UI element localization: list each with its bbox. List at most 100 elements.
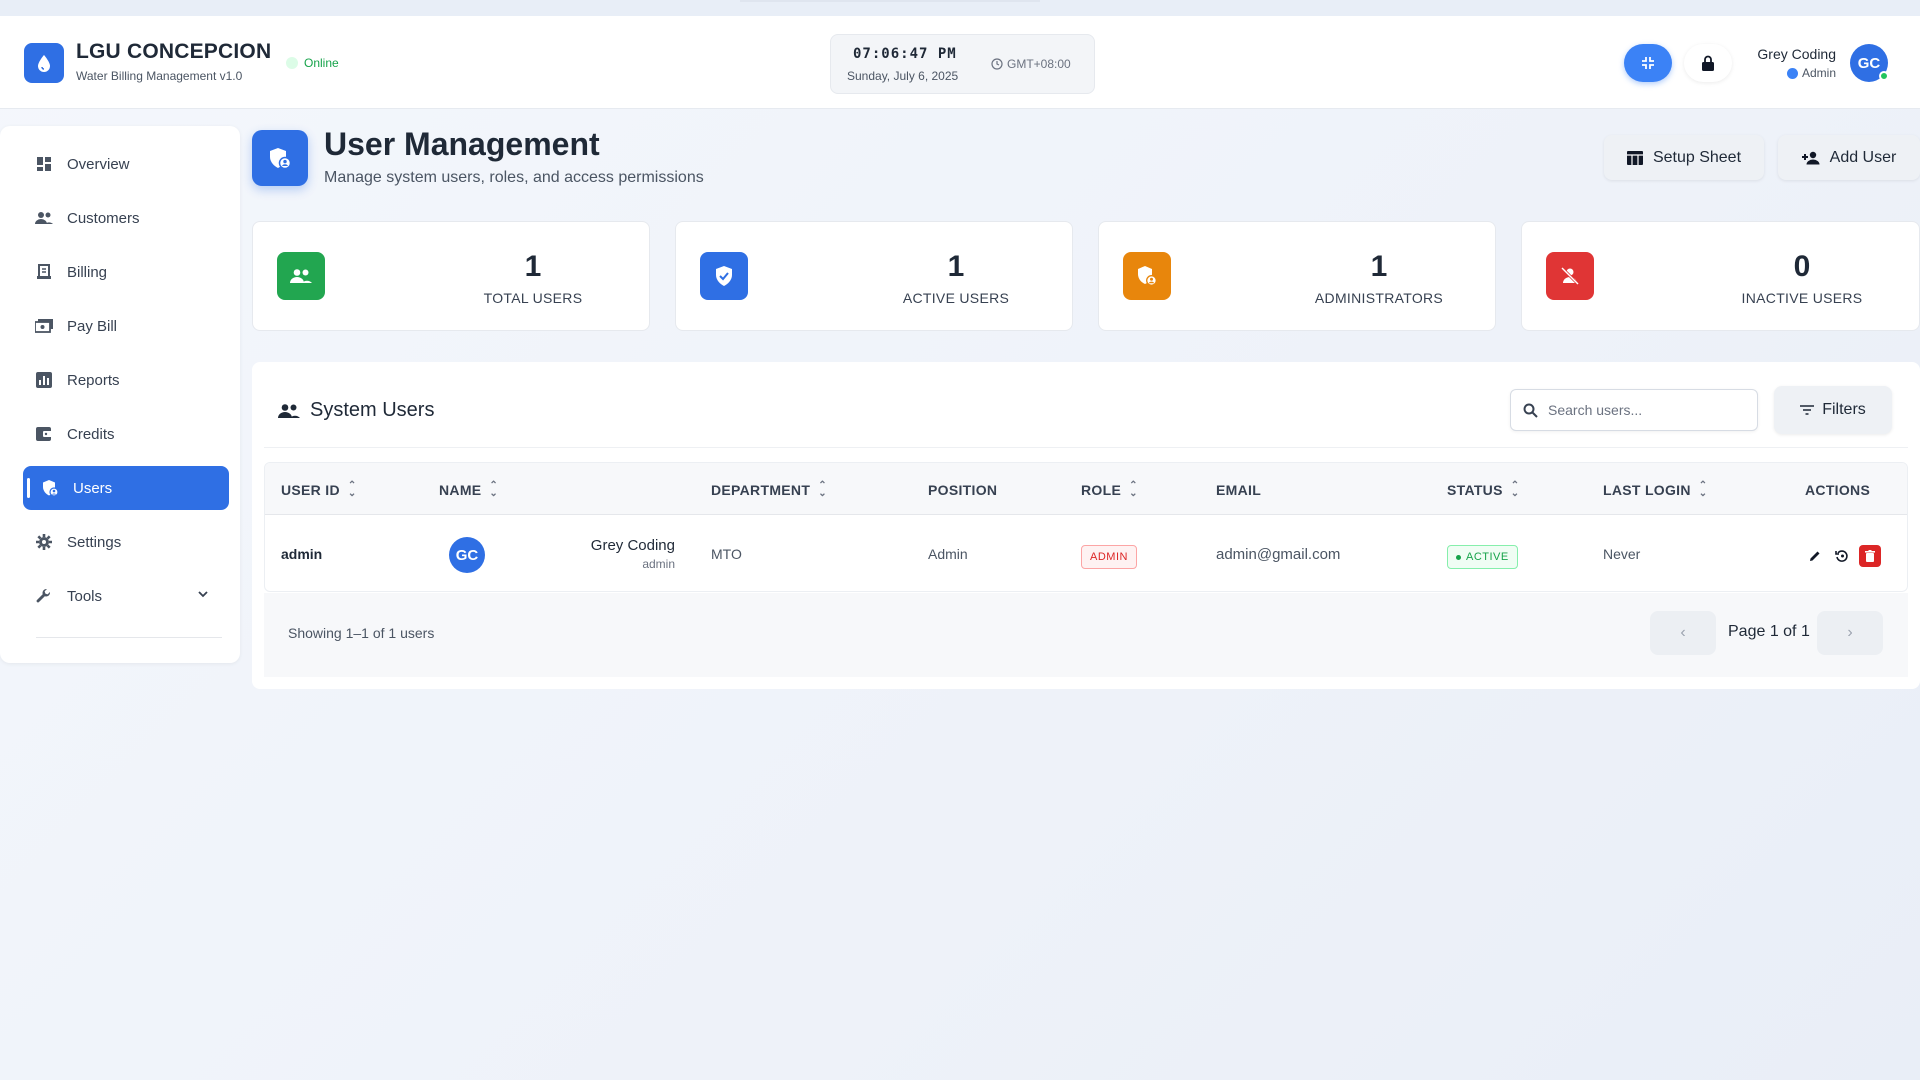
online-status: Online: [286, 55, 339, 71]
stat-label: TOTAL USERS: [483, 290, 583, 306]
user-initials: GC: [1857, 54, 1881, 72]
cell-email: admin@gmail.com: [1216, 546, 1341, 563]
sort-icon: ⌃ ⌄: [1129, 480, 1138, 499]
people-icon: [35, 209, 53, 227]
wrench-icon: [35, 587, 53, 605]
page-info: Page 1 of 1: [1728, 623, 1810, 640]
column-header-user-id[interactable]: USER ID ⌃ ⌄: [281, 481, 357, 499]
stat-value: 1: [524, 250, 542, 283]
cell-user-id: admin: [281, 546, 323, 562]
add-user-icon: [1801, 151, 1820, 164]
lock-button[interactable]: [1684, 44, 1732, 82]
sidebar-item-billing[interactable]: Billing: [23, 250, 229, 294]
cell-last-login: Never: [1603, 546, 1641, 562]
online-dot-icon: [286, 57, 298, 69]
chart-icon: [35, 371, 53, 389]
clock-timezone: GMT+08:00: [991, 57, 1071, 71]
sidebar-item-label: Overview: [67, 155, 130, 173]
receipt-icon: [35, 263, 53, 281]
sidebar-item-label: Reports: [67, 371, 120, 389]
users-table: USER ID ⌃ ⌄ NAME ⌃ ⌄ DEPARTMENT ⌃ ⌄ POSITION R…: [264, 462, 1908, 592]
people-icon: [277, 252, 325, 300]
stat-card-administrators: 1 ADMINISTRATORS: [1098, 221, 1496, 331]
people-icon: [278, 403, 300, 418]
column-header-last-login[interactable]: LAST LOGIN ⌃ ⌄: [1603, 481, 1707, 499]
sidebar-item-label: Settings: [67, 533, 122, 551]
row-avatar: GC: [449, 537, 485, 573]
edit-button[interactable]: [1804, 545, 1826, 567]
column-header-status[interactable]: STATUS ⌃ ⌄: [1447, 480, 1520, 499]
pencil-icon: [1810, 551, 1820, 561]
stat-card-total-users: 1 TOTAL USERS: [252, 221, 650, 331]
add-user-button[interactable]: Add User: [1778, 135, 1920, 180]
panel-divider: [264, 447, 1908, 448]
setup-sheet-button[interactable]: Setup Sheet: [1604, 135, 1764, 180]
clock-widget: 07:06:47 PM Sunday, July 6, 2025 GMT+08:…: [830, 34, 1095, 94]
compress-button[interactable]: [1624, 44, 1672, 82]
user-avatar[interactable]: GC: [1850, 44, 1889, 82]
user-role-label: Admin: [1801, 66, 1836, 80]
sidebar-item-tools[interactable]: Tools: [23, 574, 229, 618]
admin-shield-icon: [1123, 252, 1171, 300]
cell-department: MTO: [711, 546, 742, 562]
next-page-button[interactable]: ›: [1817, 611, 1883, 655]
stat-label: INACTIVE USERS: [1741, 290, 1863, 306]
add-user-label: Add User: [1829, 148, 1897, 166]
filter-icon: [1800, 405, 1815, 415]
wallet-icon: [35, 425, 53, 443]
water-drop-logo-icon: [24, 43, 64, 83]
stat-value: 1: [947, 250, 965, 283]
stat-value: 1: [1370, 250, 1388, 283]
clock-icon: [991, 58, 1003, 70]
delete-button[interactable]: [1859, 545, 1881, 567]
sidebar-item-users[interactable]: Users: [23, 466, 229, 510]
clock-time: 07:06:47 PM: [853, 46, 957, 62]
user-management-icon: [252, 130, 308, 186]
prev-page-button[interactable]: ‹: [1650, 611, 1716, 655]
panel-title-label: System Users: [310, 399, 435, 421]
sidebar-item-settings[interactable]: Settings: [23, 520, 229, 564]
filters-button[interactable]: Filters: [1774, 386, 1892, 434]
sidebar-item-credits[interactable]: Credits: [23, 412, 229, 456]
column-header-role[interactable]: ROLE ⌃ ⌄: [1081, 480, 1138, 499]
sidebar-item-label: Credits: [67, 425, 115, 443]
sidebar-item-overview[interactable]: Overview: [23, 142, 229, 186]
sidebar-item-label: Users: [73, 479, 113, 497]
top-strip: [0, 0, 1920, 16]
shield-user-icon: [41, 479, 59, 497]
sort-icon: ⌃ ⌄: [1510, 480, 1520, 499]
sidebar-item-pay-bill[interactable]: Pay Bill: [23, 304, 229, 348]
sidebar-item-label: Customers: [67, 209, 140, 227]
sidebar-item-customers[interactable]: Customers: [23, 196, 229, 240]
status-dot-icon: [1456, 554, 1461, 560]
user-off-icon: [1546, 252, 1594, 300]
page-title: User Management: [324, 126, 600, 162]
column-header-email: EMAIL: [1216, 482, 1262, 498]
timezone-label: GMT+08:00: [1007, 57, 1071, 71]
user-name: Grey Coding: [1757, 46, 1836, 62]
dashboard-icon: [35, 155, 53, 173]
user-role: Admin: [1740, 66, 1836, 80]
status-badge: ACTIVE: [1447, 545, 1518, 569]
table-row[interactable]: admin GC Grey Coding admin MTO Admin ADM…: [265, 516, 1907, 591]
sidebar-divider: [36, 637, 222, 638]
column-header-department[interactable]: DEPARTMENT ⌃ ⌄: [711, 481, 827, 499]
sidebar-item-label: Pay Bill: [67, 317, 118, 335]
chevron-down-icon[interactable]: [197, 587, 209, 604]
verified-icon: [1786, 67, 1798, 79]
stat-card-inactive-users: 0 INACTIVE USERS: [1521, 221, 1920, 331]
filters-label: Filters: [1822, 401, 1866, 418]
cell-position: Admin: [928, 546, 968, 562]
clock-date: Sunday, July 6, 2025: [847, 69, 959, 83]
avatar-status-dot: [1879, 71, 1889, 81]
setup-sheet-label: Setup Sheet: [1652, 148, 1742, 166]
history-icon: [1835, 550, 1848, 562]
reset-password-button[interactable]: [1831, 545, 1853, 567]
search-input[interactable]: [1548, 402, 1738, 418]
sidebar-item-reports[interactable]: Reports: [23, 358, 229, 402]
stat-value: 0: [1793, 250, 1811, 283]
stat-card-active-users: 1 ACTIVE USERS: [675, 221, 1073, 331]
column-header-name[interactable]: NAME ⌃ ⌄: [439, 481, 498, 499]
payment-icon: [35, 317, 53, 335]
stat-label: ADMINISTRATORS: [1314, 290, 1444, 306]
